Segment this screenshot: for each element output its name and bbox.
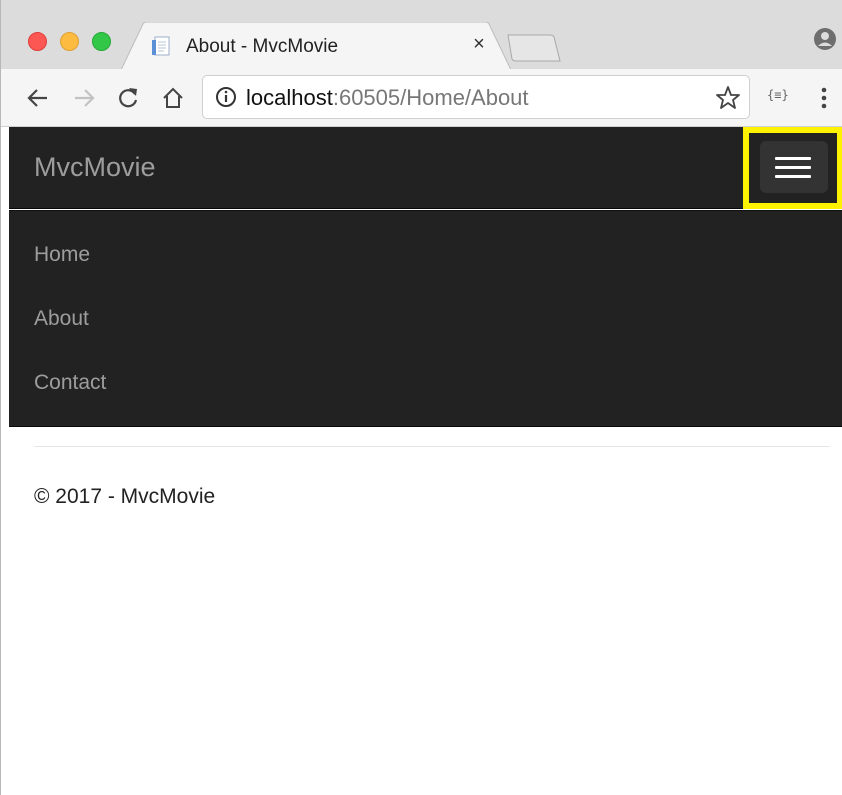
navbar-collapse-menu: Home About Contact: [9, 210, 842, 427]
page-favicon-icon: [152, 36, 170, 56]
profile-icon[interactable]: [813, 27, 837, 51]
home-icon[interactable]: [160, 85, 186, 111]
nav-link-home[interactable]: Home: [34, 243, 90, 267]
menu-dots-icon[interactable]: [814, 84, 834, 112]
back-icon[interactable]: [25, 85, 51, 111]
info-icon[interactable]: [215, 86, 237, 108]
tab-strip: About - MvcMovie ×: [1, 0, 842, 70]
tab-about[interactable]: About - MvcMovie ×: [121, 22, 511, 70]
nav-link-about[interactable]: About: [34, 307, 89, 331]
zoom-window-button[interactable]: [92, 32, 111, 51]
tab-title: About - MvcMovie: [186, 36, 339, 57]
site-navbar: MvcMovie: [9, 127, 842, 209]
url-text[interactable]: localhost:60505/Home/About: [246, 85, 529, 111]
footer-text: © 2017 - MvcMovie: [34, 485, 216, 508]
minimize-window-button[interactable]: [60, 32, 79, 51]
close-window-button[interactable]: [28, 32, 47, 51]
url-path: :60505/Home/About: [332, 85, 529, 110]
navbar-brand[interactable]: MvcMovie: [34, 152, 156, 183]
forward-icon[interactable]: [71, 85, 97, 111]
browser-toolbar: localhost:60505/Home/About {≡}: [1, 69, 842, 127]
new-tab-button[interactable]: [506, 34, 562, 62]
tab-close-icon[interactable]: ×: [469, 34, 489, 54]
reload-icon[interactable]: [115, 85, 141, 111]
extension-icon[interactable]: {≡}: [767, 88, 789, 102]
url-host: localhost: [246, 85, 333, 110]
nav-link-contact[interactable]: Contact: [34, 371, 106, 395]
address-bar[interactable]: localhost:60505/Home/About: [202, 75, 750, 119]
page-divider: [34, 446, 830, 447]
star-icon[interactable]: [715, 85, 741, 111]
browser-window: About - MvcMovie × localhost:60505/Home/…: [0, 0, 842, 795]
highlight-box: [743, 127, 842, 209]
